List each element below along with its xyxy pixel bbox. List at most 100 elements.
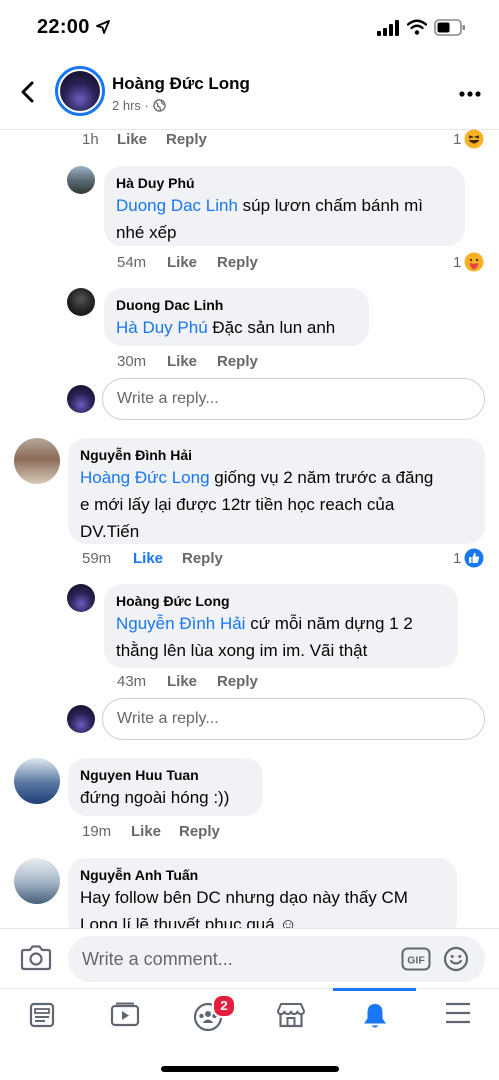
- comment-text-line: DV.Tiến: [80, 522, 140, 541]
- comment-text: Duong Dac Linh súp lươn chấm bánh mì: [116, 192, 453, 219]
- reply-input[interactable]: Write a reply...: [102, 698, 485, 740]
- post-time: 2 hrs ·: [112, 98, 149, 113]
- reaction-count[interactable]: 1: [453, 129, 484, 149]
- comment-author[interactable]: Nguyễn Đình Hải: [80, 446, 473, 464]
- like-reaction-icon: [464, 548, 484, 568]
- reply-button[interactable]: Reply: [217, 353, 258, 370]
- comment-text: đứng ngoài hóng :)): [80, 788, 230, 807]
- mention-link[interactable]: Hà Duy Phú: [116, 318, 208, 337]
- comment-bubble: Hà Duy Phú Duong Dac Linh súp lươn chấm …: [104, 166, 465, 246]
- mention-link[interactable]: Hoàng Đức Long: [80, 468, 210, 487]
- reaction-count[interactable]: 1: [453, 252, 484, 272]
- commenter-avatar[interactable]: [67, 584, 95, 612]
- like-button[interactable]: Like: [167, 254, 197, 271]
- post-header: Hoàng Đức Long 2 hrs ·: [0, 56, 499, 130]
- status-time: 22:00: [37, 16, 90, 38]
- reply-placeholder: Write a reply...: [117, 390, 219, 407]
- comment-actions: 19m Like Reply: [0, 823, 499, 843]
- my-avatar: [67, 385, 95, 413]
- camera-icon[interactable]: [20, 943, 52, 971]
- gif-icon[interactable]: GIF: [401, 947, 431, 971]
- location-arrow-icon: [96, 20, 110, 34]
- comment-bubble: Nguyen Huu Tuan đứng ngoài hóng :)): [68, 758, 263, 816]
- cellular-signal-icon: [377, 20, 399, 36]
- watch-video-icon: [110, 1002, 139, 1027]
- comment-text: Hà Duy Phú Đặc sản lun anh: [116, 314, 357, 341]
- reply-button[interactable]: Reply: [179, 823, 220, 840]
- commenter-avatar[interactable]: [14, 758, 60, 804]
- commenter-avatar[interactable]: [14, 438, 60, 484]
- comment-actions: 43m Like Reply: [0, 673, 499, 693]
- tab-notifications[interactable]: [333, 988, 416, 1047]
- comment-bubble: Hoàng Đức Long Nguyễn Đình Hải cứ mỗi nă…: [104, 584, 458, 668]
- comment-bubble: Nguyễn Anh Tuấn Hay follow bên DC nhưng …: [68, 858, 457, 938]
- comment-time: 43m: [117, 673, 147, 690]
- comment-author[interactable]: Nguyễn Anh Tuấn: [80, 866, 445, 884]
- tab-watch[interactable]: [83, 989, 166, 1047]
- comment-bubble: Nguyễn Đình Hải Hoàng Đức Long giống vụ …: [68, 438, 485, 544]
- emoji-icon[interactable]: [443, 946, 469, 972]
- marketplace-shop-icon: [276, 1003, 305, 1028]
- comment-author[interactable]: Hà Duy Phú: [116, 174, 453, 192]
- haha-reaction-icon: [464, 129, 484, 149]
- svg-text:GIF: GIF: [407, 955, 425, 967]
- comment-text-line: thằng lên lùa xong im im. Vãi thật: [116, 641, 368, 660]
- groups-notification-badge: 2: [212, 994, 236, 1018]
- comment-text-line: giống vụ 2 năm trước a đăng: [209, 468, 434, 487]
- my-avatar: [67, 705, 95, 733]
- reply-input[interactable]: Write a reply...: [102, 378, 485, 420]
- comment-text-line: nhé xếp: [116, 223, 177, 242]
- comment-actions: 59m Like Reply: [0, 550, 499, 570]
- reaction-count[interactable]: 1: [453, 548, 484, 568]
- menu-hamburger-icon: [445, 1002, 470, 1024]
- comment-text: Hoàng Đức Long giống vụ 2 năm trước a đă…: [80, 464, 473, 491]
- wifi-icon: [407, 19, 427, 35]
- comment-time: 59m: [82, 550, 112, 567]
- reply-placeholder: Write a reply...: [117, 710, 219, 727]
- home-indicator[interactable]: [161, 1066, 339, 1072]
- like-button[interactable]: Like: [133, 550, 163, 567]
- tab-news-feed[interactable]: [0, 989, 83, 1047]
- like-button[interactable]: Like: [117, 131, 147, 148]
- comment-input[interactable]: Write a comment... GIF: [68, 936, 485, 982]
- tab-groups[interactable]: 2: [166, 989, 249, 1047]
- reply-button[interactable]: Reply: [217, 254, 258, 271]
- comment-time: 1h: [82, 131, 99, 148]
- back-arrow-icon[interactable]: [16, 80, 40, 104]
- reply-button[interactable]: Reply: [166, 131, 207, 148]
- like-button[interactable]: Like: [167, 353, 197, 370]
- comment-time: 54m: [117, 254, 147, 271]
- care-reaction-icon: [464, 252, 484, 272]
- comment-author[interactable]: Hoàng Đức Long: [116, 592, 446, 610]
- reaction-count-text: 1: [453, 130, 462, 148]
- author-avatar[interactable]: [55, 66, 105, 116]
- comment-author[interactable]: Nguyen Huu Tuan: [80, 766, 251, 784]
- reply-button[interactable]: Reply: [182, 550, 223, 567]
- status-bar: 22:00: [0, 0, 499, 56]
- like-button[interactable]: Like: [167, 673, 197, 690]
- commenter-avatar[interactable]: [67, 288, 95, 316]
- comment-time: 19m: [82, 823, 112, 840]
- reply-button[interactable]: Reply: [217, 673, 258, 690]
- comment-text-line: Hay follow bên DC nhưng dạo này thấy CM: [80, 888, 408, 907]
- comment-author[interactable]: Duong Dac Linh: [116, 296, 357, 314]
- battery-icon: [434, 19, 465, 36]
- author-name[interactable]: Hoàng Đức Long: [112, 74, 250, 94]
- mention-link[interactable]: Nguyễn Đình Hải: [116, 614, 245, 633]
- tab-menu[interactable]: [416, 989, 499, 1047]
- more-options-icon[interactable]: [459, 91, 481, 97]
- comment-time: 30m: [117, 353, 147, 370]
- news-feed-icon: [29, 1002, 54, 1028]
- comment-composer: Write a comment... GIF: [0, 928, 499, 988]
- like-button[interactable]: Like: [131, 823, 161, 840]
- tab-marketplace[interactable]: [249, 989, 332, 1047]
- comment-text-line: cứ mỗi năm dựng 1 2: [245, 614, 413, 633]
- commenter-avatar[interactable]: [67, 166, 95, 194]
- reaction-count-text: 1: [453, 253, 462, 271]
- comment-placeholder: Write a comment...: [82, 949, 233, 969]
- comment-text-line: súp lươn chấm bánh mì: [237, 196, 423, 215]
- comment-bubble: Duong Dac Linh Hà Duy Phú Đặc sản lun an…: [104, 288, 369, 346]
- mention-link[interactable]: Duong Dac Linh: [116, 196, 238, 215]
- commenter-avatar[interactable]: [14, 858, 60, 904]
- comment-text: Nguyễn Đình Hải cứ mỗi năm dựng 1 2: [116, 610, 446, 637]
